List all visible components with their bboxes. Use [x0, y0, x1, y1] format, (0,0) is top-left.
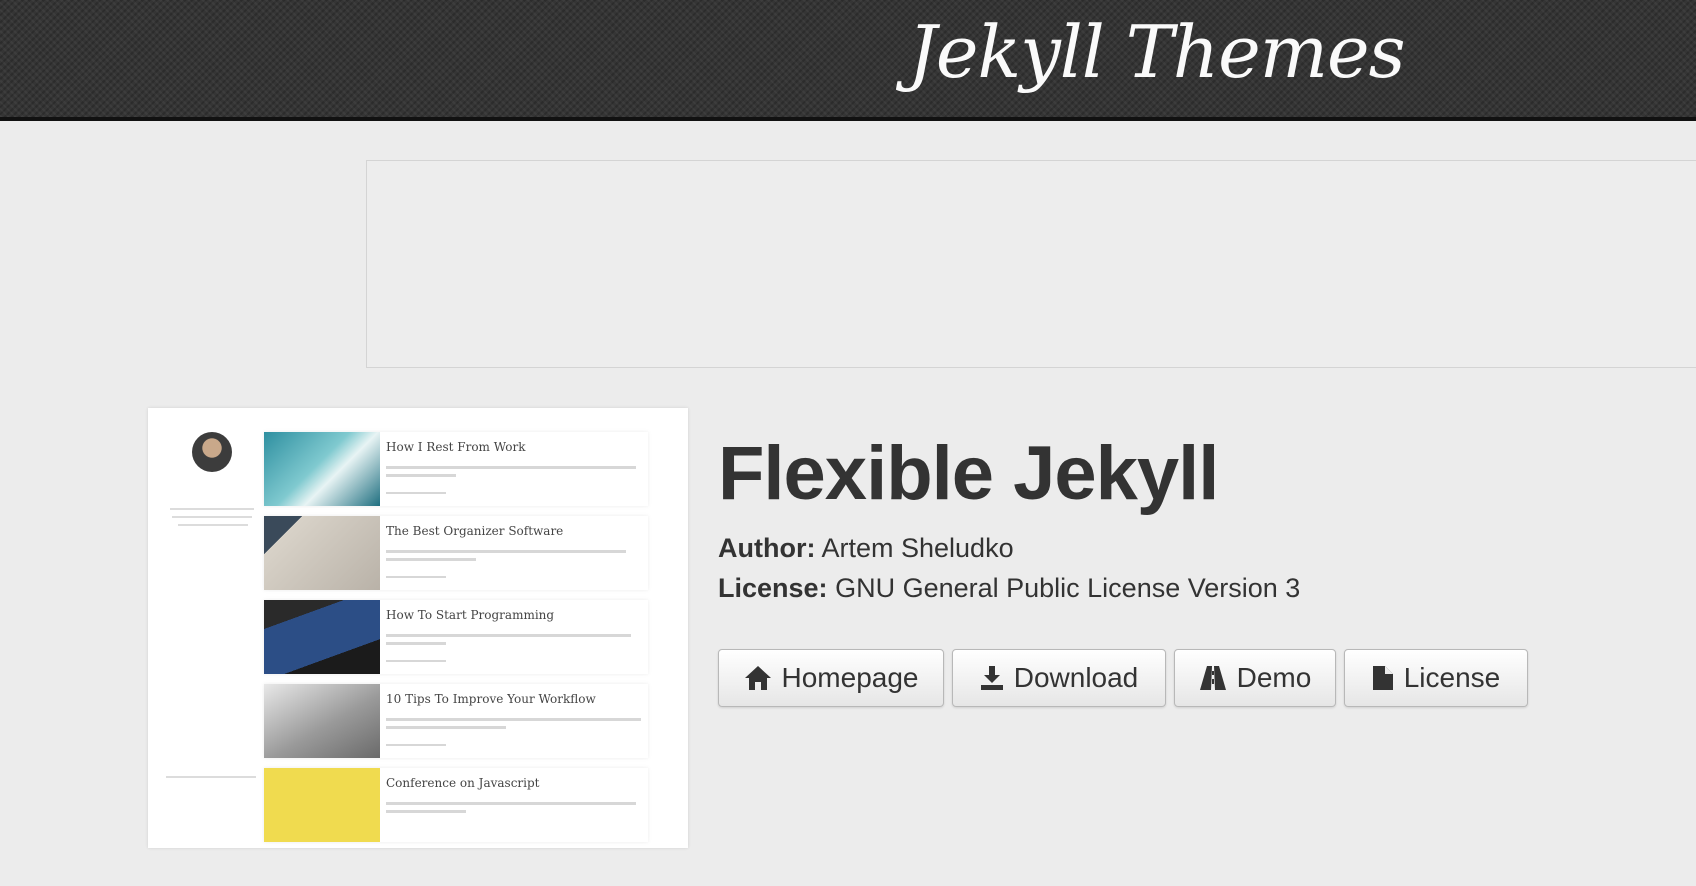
preview-post-meta — [386, 576, 446, 578]
homepage-button-label: Homepage — [781, 662, 919, 693]
preview-post-line — [386, 810, 466, 813]
preview-bio-line — [170, 508, 254, 510]
site-title[interactable]: Jekyll Themes — [908, 10, 1406, 94]
homepage-button[interactable]: Homepage — [718, 649, 944, 707]
preview-post-line — [386, 718, 641, 721]
preview-post-line — [386, 634, 631, 637]
preview-post-line — [386, 550, 626, 553]
theme-title: Flexible Jekyll — [718, 431, 1219, 516]
license-button-label: License — [1403, 662, 1501, 693]
preview-post-image — [264, 600, 380, 674]
ad-placeholder — [366, 160, 1696, 368]
preview-post: How To Start Programming — [264, 600, 648, 674]
preview-bio-line — [172, 516, 252, 518]
preview-post-image — [264, 768, 380, 842]
home-icon — [744, 665, 772, 691]
preview-post: How I Rest From Work — [264, 432, 648, 506]
author-label: Author: — [718, 533, 816, 563]
preview-post-title: Conference on Javascript — [386, 776, 540, 790]
preview-post-image — [264, 432, 380, 506]
license-name: GNU General Public License Version 3 — [835, 573, 1301, 603]
download-button-label: Download — [1013, 662, 1139, 693]
preview-post-title: The Best Organizer Software — [386, 524, 564, 538]
preview-post-line — [386, 642, 446, 645]
preview-post-meta — [386, 492, 446, 494]
preview-post-meta — [386, 744, 446, 746]
preview-post-line — [386, 558, 476, 561]
preview-post-meta — [386, 660, 446, 662]
preview-divider — [166, 776, 256, 778]
preview-post: Conference on Javascript — [264, 768, 648, 842]
license-label: License: — [718, 573, 828, 603]
preview-post-line — [386, 474, 456, 477]
preview-sidebar — [148, 408, 260, 848]
road-icon — [1199, 665, 1227, 691]
license-line: License: GNU General Public License Vers… — [718, 573, 1300, 604]
preview-post-title: How To Start Programming — [386, 608, 555, 622]
author-line: Author: Artem Sheludko — [718, 533, 1014, 564]
download-icon — [980, 665, 1004, 691]
demo-button-label: Demo — [1236, 662, 1312, 693]
author-name: Artem Sheludko — [821, 533, 1014, 563]
preview-post-title: How I Rest From Work — [386, 440, 526, 454]
site-header: Jekyll Themes — [0, 0, 1696, 121]
file-icon — [1372, 665, 1394, 691]
preview-post: The Best Organizer Software — [264, 516, 648, 590]
download-button[interactable]: Download — [952, 649, 1166, 707]
preview-post-line — [386, 802, 636, 805]
preview-post-title: 10 Tips To Improve Your Workflow — [386, 692, 596, 706]
preview-bio-line — [178, 524, 248, 526]
preview-post-image — [264, 684, 380, 758]
theme-screenshot[interactable]: How I Rest From Work The Best Organizer … — [148, 408, 688, 848]
license-button[interactable]: License — [1344, 649, 1528, 707]
preview-avatar — [192, 432, 232, 472]
preview-post-line — [386, 466, 636, 469]
preview-post: 10 Tips To Improve Your Workflow — [264, 684, 648, 758]
preview-post-image — [264, 516, 380, 590]
demo-button[interactable]: Demo — [1174, 649, 1336, 707]
preview-post-line — [386, 726, 506, 729]
